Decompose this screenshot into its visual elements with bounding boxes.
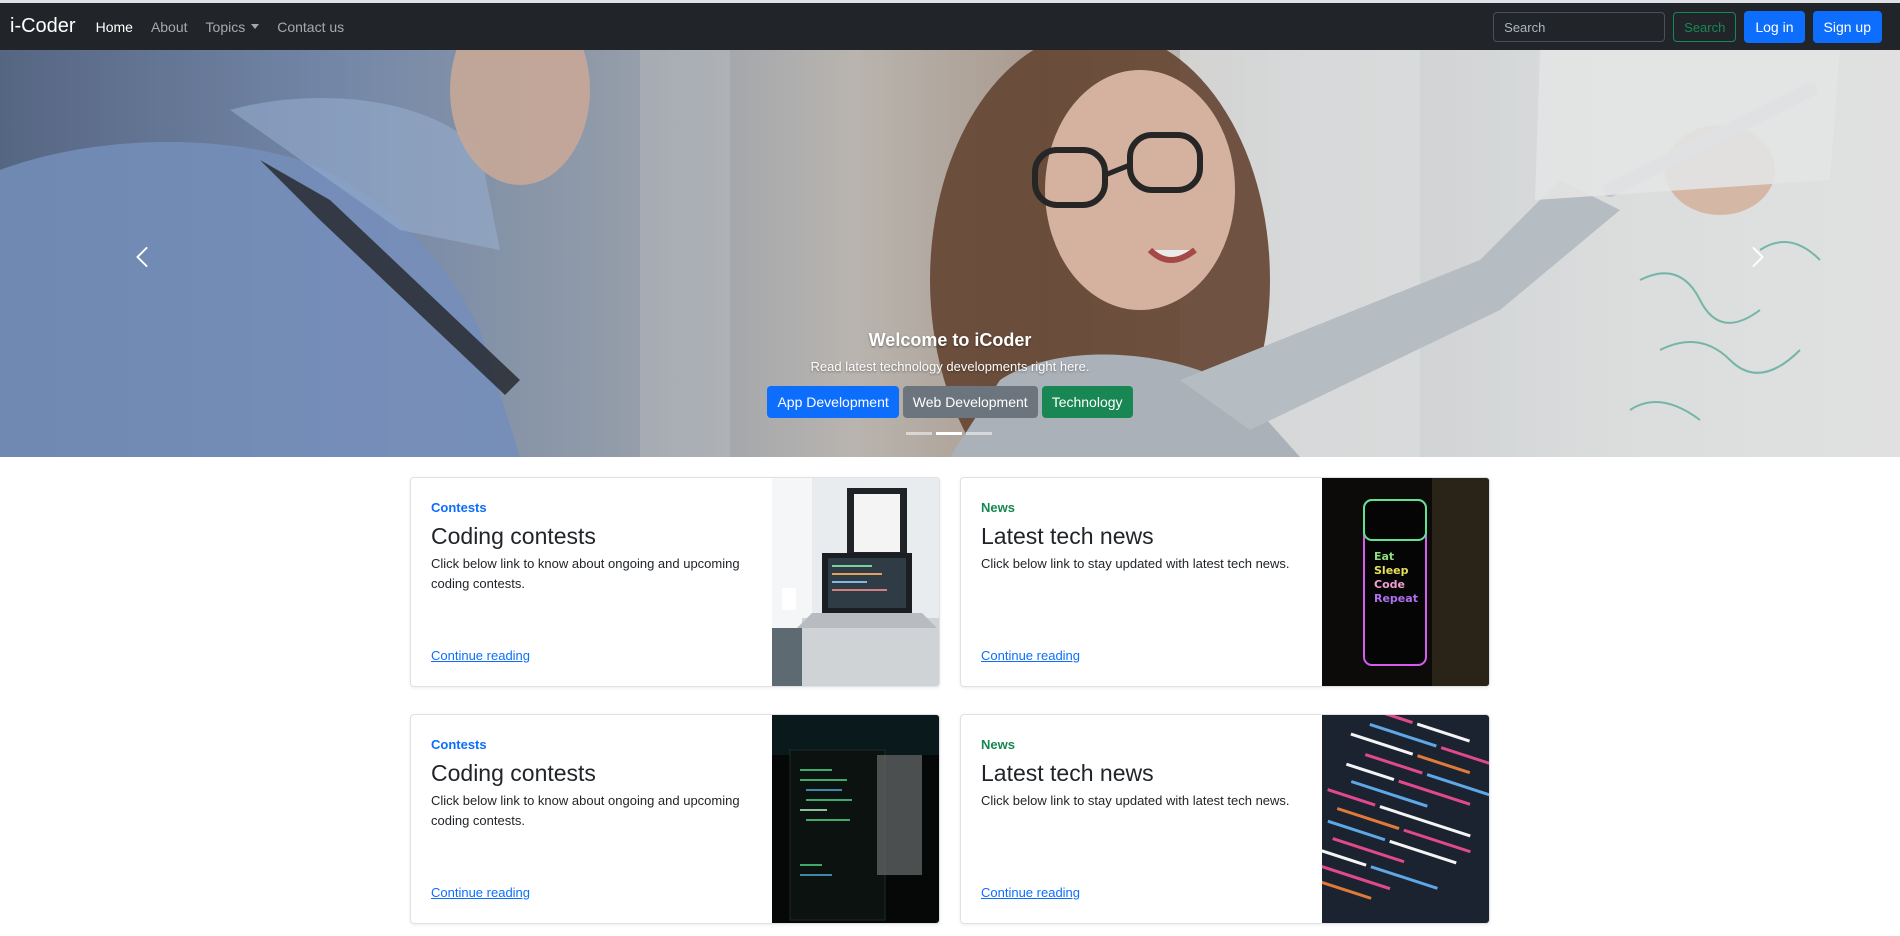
carousel-title: Welcome to iCoder bbox=[868, 330, 1032, 350]
carousel-indicator[interactable] bbox=[966, 432, 992, 435]
search-form: Search Log in Sign up bbox=[1493, 11, 1882, 43]
card-news-2: News Latest tech news Click below link t… bbox=[960, 714, 1490, 924]
chevron-left-icon bbox=[136, 246, 148, 268]
card-contests-1: Contests Coding contests Click below lin… bbox=[410, 477, 940, 687]
card-title: Coding contests bbox=[431, 760, 596, 786]
card-image-colorful-code bbox=[1322, 715, 1489, 923]
chevron-right-icon bbox=[1752, 246, 1764, 268]
phone-text-sleep: Sleep bbox=[1374, 564, 1409, 577]
carousel-indicator[interactable] bbox=[906, 432, 932, 435]
phone-text-code: Code bbox=[1374, 578, 1405, 591]
card-news-1: News Latest tech news Click below link t… bbox=[960, 477, 1490, 687]
brand-logo[interactable]: i-Coder bbox=[10, 15, 76, 38]
continue-reading-link[interactable]: Continue reading bbox=[431, 885, 530, 900]
nav-link-topics-label: Topics bbox=[205, 18, 246, 35]
nav-link-home[interactable]: Home bbox=[96, 19, 133, 35]
search-input[interactable] bbox=[1493, 12, 1666, 42]
signup-button[interactable]: Sign up bbox=[1812, 11, 1882, 43]
search-button[interactable]: Search bbox=[1673, 12, 1737, 42]
card-body: News Latest tech news Click below link t… bbox=[981, 737, 1311, 811]
card-category: News bbox=[981, 737, 1015, 752]
colorful-code-image bbox=[1322, 715, 1489, 923]
continue-reading-link[interactable]: Continue reading bbox=[981, 885, 1080, 900]
carousel-indicator-active[interactable] bbox=[936, 432, 962, 435]
hero-carousel: Welcome to iCoder Read latest technology… bbox=[0, 50, 1900, 457]
card-image-laptop-desk bbox=[772, 478, 939, 686]
card-body: Contests Coding contests Click below lin… bbox=[431, 737, 761, 831]
card-text: Click below link to stay updated with la… bbox=[981, 556, 1290, 571]
carousel-prev-button[interactable] bbox=[128, 242, 158, 272]
chevron-down-icon bbox=[251, 24, 260, 29]
card-title: Latest tech news bbox=[981, 523, 1154, 549]
continue-reading-link[interactable]: Continue reading bbox=[431, 648, 530, 663]
carousel-buttons: App Development Web Development Technolo… bbox=[0, 386, 1900, 418]
technology-button[interactable]: Technology bbox=[1041, 386, 1133, 418]
nav-link-contact[interactable]: Contact us bbox=[277, 19, 344, 35]
phone-text-eat: Eat bbox=[1374, 550, 1394, 563]
card-title: Coding contests bbox=[431, 523, 596, 549]
navbar: i-Coder Home About Topics Contact us Sea… bbox=[0, 0, 1900, 50]
app-development-button[interactable]: App Development bbox=[767, 386, 899, 418]
continue-reading-link[interactable]: Continue reading bbox=[981, 648, 1080, 663]
card-text: Click below link to stay updated with la… bbox=[981, 793, 1290, 808]
carousel-caption: Welcome to iCoder Read latest technology… bbox=[0, 330, 1900, 418]
carousel-subtitle: Read latest technology developments righ… bbox=[810, 359, 1090, 374]
phone-image: Eat Sleep Code Repeat bbox=[1322, 478, 1489, 686]
card-category: Contests bbox=[431, 500, 487, 515]
card-body: Contests Coding contests Click below lin… bbox=[431, 500, 761, 594]
carousel-next-button[interactable] bbox=[1742, 242, 1772, 272]
carousel-indicators bbox=[906, 432, 992, 435]
login-button[interactable]: Log in bbox=[1744, 11, 1805, 43]
phone-text-repeat: Repeat bbox=[1374, 592, 1418, 605]
card-title: Latest tech news bbox=[981, 760, 1154, 786]
card-image-phone: Eat Sleep Code Repeat bbox=[1322, 478, 1489, 686]
card-category: News bbox=[981, 500, 1015, 515]
laptop-desk-image bbox=[772, 478, 939, 686]
dark-screen-image bbox=[772, 715, 939, 923]
card-text: Click below link to know about ongoing a… bbox=[431, 793, 740, 828]
card-image-dark-screen bbox=[772, 715, 939, 923]
card-body: News Latest tech news Click below link t… bbox=[981, 500, 1311, 574]
card-category: Contests bbox=[431, 737, 487, 752]
card-contests-2: Contests Coding contests Click below lin… bbox=[410, 714, 940, 924]
web-development-button[interactable]: Web Development bbox=[902, 386, 1038, 418]
nav-link-about[interactable]: About bbox=[151, 19, 188, 35]
nav-link-topics[interactable]: Topics bbox=[206, 19, 260, 35]
card-text: Click below link to know about ongoing a… bbox=[431, 556, 740, 591]
